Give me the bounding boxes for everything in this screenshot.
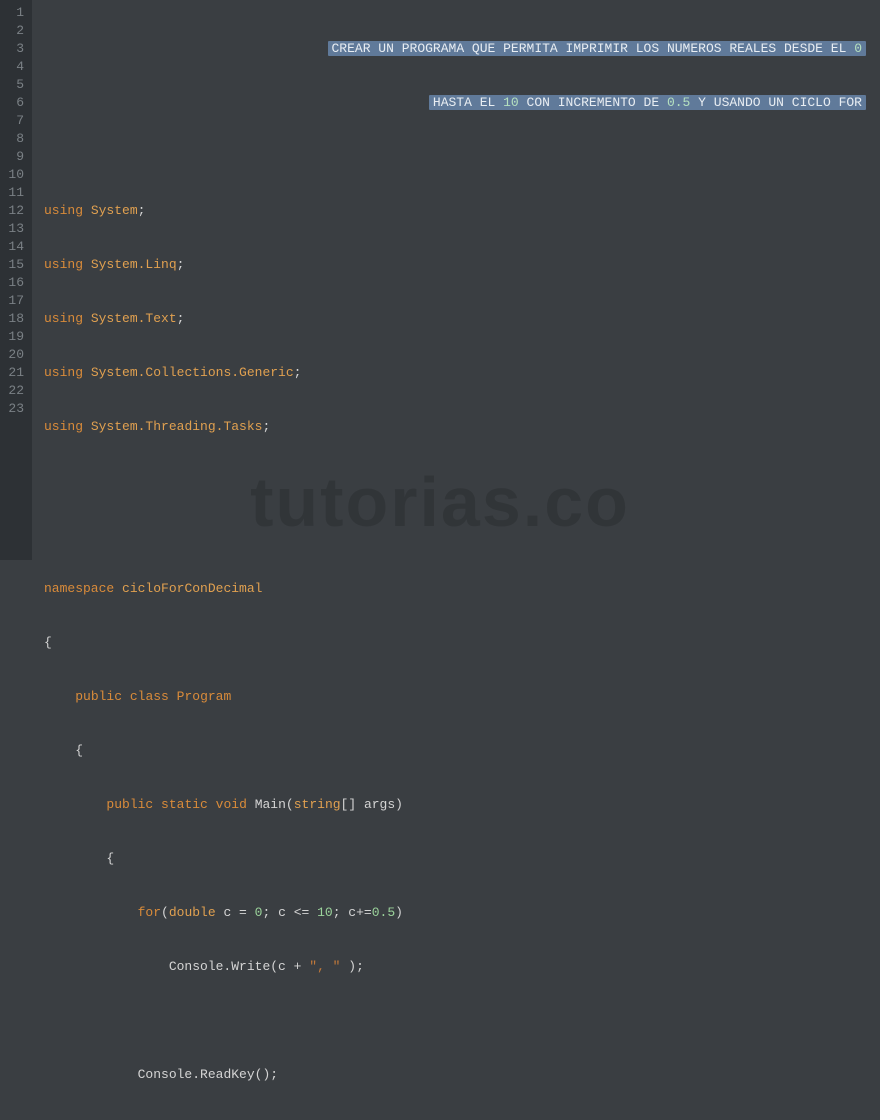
code-line[interactable]: using System.Linq;	[44, 256, 880, 274]
line-number: 5	[4, 76, 24, 94]
line-number: 12	[4, 202, 24, 220]
line-number: 22	[4, 382, 24, 400]
line-number: 4	[4, 58, 24, 76]
line-number: 2	[4, 22, 24, 40]
line-number: 6	[4, 94, 24, 112]
code-line[interactable]	[44, 1012, 880, 1030]
code-line[interactable]	[44, 472, 880, 490]
code-line[interactable]: Console.ReadKey();	[44, 1066, 880, 1084]
code-line[interactable]: {	[44, 742, 880, 760]
code-line[interactable]: using System.Threading.Tasks;	[44, 418, 880, 436]
code-area[interactable]: CREAR UN PROGRAMA QUE PERMITA IMPRIMIR L…	[32, 0, 880, 560]
line-number: 19	[4, 328, 24, 346]
line-gutter: 1 2 3 4 5 6 7 8 9 10 11 12 13 14 15 16 1…	[0, 0, 32, 560]
code-line[interactable]: public class Program	[44, 688, 880, 706]
line-number: 13	[4, 220, 24, 238]
code-line[interactable]: using System;	[44, 202, 880, 220]
line-number: 17	[4, 292, 24, 310]
line-number: 16	[4, 274, 24, 292]
comment-highlight: HASTA EL 10 CON INCREMENTO DE 0.5 Y USAN…	[429, 95, 866, 110]
code-editor: 1 2 3 4 5 6 7 8 9 10 11 12 13 14 15 16 1…	[0, 0, 880, 560]
code-line[interactable]: Console.Write(c + ", " );	[44, 958, 880, 976]
code-line[interactable]: namespace cicloForConDecimal	[44, 580, 880, 598]
code-line[interactable]: using System.Collections.Generic;	[44, 364, 880, 382]
code-line[interactable]	[44, 526, 880, 544]
line-number: 18	[4, 310, 24, 328]
code-line[interactable]: using System.Text;	[44, 310, 880, 328]
line-number: 15	[4, 256, 24, 274]
line-number: 1	[4, 4, 24, 22]
line-number: 10	[4, 166, 24, 184]
line-number: 20	[4, 346, 24, 364]
line-number: 3	[4, 40, 24, 58]
line-number: 11	[4, 184, 24, 202]
code-line[interactable]: public static void Main(string[] args)	[44, 796, 880, 814]
line-number: 9	[4, 148, 24, 166]
code-line[interactable]: for(double c = 0; c <= 10; c+=0.5)	[44, 904, 880, 922]
line-number: 7	[4, 112, 24, 130]
code-line[interactable]: HASTA EL 10 CON INCREMENTO DE 0.5 Y USAN…	[44, 94, 880, 112]
code-line[interactable]: {	[44, 634, 880, 652]
line-number: 23	[4, 400, 24, 418]
line-number: 8	[4, 130, 24, 148]
comment-highlight: CREAR UN PROGRAMA QUE PERMITA IMPRIMIR L…	[328, 41, 867, 56]
line-number: 21	[4, 364, 24, 382]
code-line[interactable]: {	[44, 850, 880, 868]
code-line[interactable]: CREAR UN PROGRAMA QUE PERMITA IMPRIMIR L…	[44, 40, 880, 58]
line-number: 14	[4, 238, 24, 256]
code-line[interactable]	[44, 148, 880, 166]
